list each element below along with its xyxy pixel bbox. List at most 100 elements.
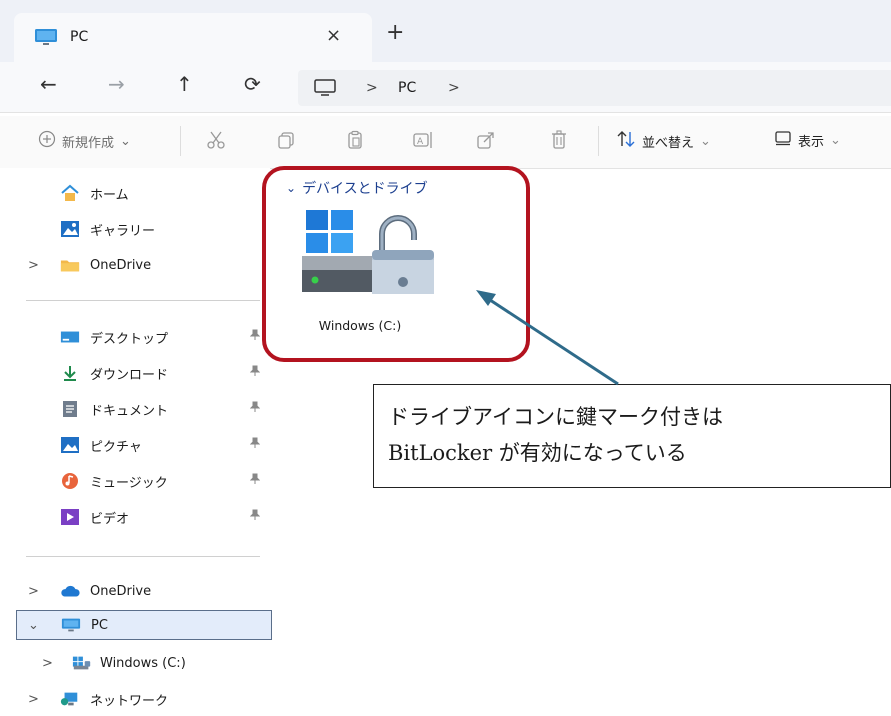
sidebar-item-label: ダウンロード — [90, 367, 169, 383]
pin-icon[interactable] — [249, 509, 261, 525]
sidebar-item-network[interactable]: > ネットワーク — [0, 684, 270, 714]
highlight-box — [262, 166, 530, 362]
sidebar-item-pc[interactable]: ⌄ PC — [16, 610, 272, 640]
sidebar-item-onedrive-personal[interactable]: > OneDrive — [0, 576, 270, 606]
sidebar-item-label: ギャラリー — [90, 223, 156, 239]
pictures-icon — [60, 436, 80, 454]
delete-button[interactable] — [550, 130, 568, 154]
scissors-icon — [206, 130, 226, 154]
clipboard-icon — [345, 130, 365, 154]
pin-icon[interactable] — [249, 437, 261, 453]
cloud-icon — [60, 582, 80, 600]
chevron-down-icon: ⌄ — [830, 132, 841, 148]
cut-button[interactable] — [206, 130, 226, 154]
plus-circle-icon — [38, 130, 56, 152]
folder-icon — [60, 256, 80, 274]
chevron-right-icon[interactable]: > — [28, 258, 39, 273]
sidebar-item-gallery[interactable]: ギャラリー — [0, 214, 270, 244]
breadcrumb-separator[interactable]: > — [448, 80, 460, 96]
network-icon — [60, 690, 80, 708]
download-icon — [60, 364, 80, 382]
command-toolbar: 新規作成 ⌄ A 並べ替え ⌄ 表示 ⌄ — [0, 116, 891, 168]
chevron-right-icon[interactable]: > — [28, 584, 39, 599]
callout-line-2: BitLocker が有効になっている — [388, 441, 687, 465]
chevron-down-icon: ⌄ — [700, 133, 711, 149]
address-bar[interactable]: > PC > — [298, 70, 891, 106]
monitor-icon — [34, 28, 58, 50]
sidebar-item-label: ドキュメント — [90, 403, 169, 419]
navigation-bar: ← → ↑ ⟳ > PC > — [0, 62, 891, 112]
breadcrumb-pc[interactable]: PC — [398, 80, 416, 96]
up-button[interactable]: ↑ — [176, 74, 193, 94]
sort-icon — [616, 130, 636, 152]
breadcrumb-separator[interactable]: > — [366, 80, 378, 96]
sidebar-item-label: PC — [91, 617, 108, 633]
monitor-icon — [61, 616, 81, 634]
close-tab-button[interactable]: × — [326, 25, 341, 46]
view-icon — [774, 130, 792, 150]
new-menu-button[interactable]: 新規作成 ⌄ — [38, 130, 131, 152]
sidebar-item-label: OneDrive — [90, 257, 152, 273]
sidebar-item-label: ミュージック — [90, 475, 168, 491]
refresh-button[interactable]: ⟳ — [244, 74, 261, 94]
svg-text:A: A — [417, 137, 424, 147]
drive-lock-icon — [72, 654, 92, 672]
home-icon — [60, 184, 80, 202]
document-icon — [60, 400, 80, 418]
new-tab-button[interactable]: + — [386, 22, 404, 44]
sidebar-item-documents[interactable]: ドキュメント — [0, 394, 270, 424]
gallery-icon — [60, 220, 80, 238]
desktop-icon — [60, 328, 80, 346]
share-icon — [476, 130, 496, 154]
pin-icon[interactable] — [249, 473, 261, 489]
sidebar-item-label: OneDrive — [90, 583, 152, 599]
pin-icon[interactable] — [249, 401, 261, 417]
sidebar-item-label: Windows (C:) — [100, 655, 186, 671]
monitor-icon — [314, 79, 336, 101]
toolbar-separator — [180, 126, 181, 156]
music-icon — [60, 472, 80, 490]
divider — [0, 112, 891, 113]
tab-pc[interactable]: PC × — [14, 13, 372, 63]
sidebar-item-label: ホーム — [90, 187, 129, 203]
chevron-right-icon[interactable]: > — [28, 692, 39, 707]
new-menu-label: 新規作成 — [62, 135, 115, 151]
sidebar-item-label: ネットワーク — [90, 693, 169, 709]
share-button[interactable] — [476, 130, 496, 154]
sidebar-item-windows-c[interactable]: > Windows (C:) — [0, 648, 270, 678]
sort-menu-button[interactable]: 並べ替え ⌄ — [616, 130, 711, 152]
trash-icon — [550, 130, 568, 154]
copy-button[interactable] — [276, 130, 296, 154]
sidebar-item-desktop[interactable]: デスクトップ — [0, 322, 270, 352]
chevron-right-icon[interactable]: > — [42, 656, 53, 671]
rename-button[interactable]: A — [412, 130, 434, 154]
sidebar-item-label: ビデオ — [90, 511, 130, 527]
sidebar-divider — [26, 556, 260, 557]
sidebar-item-label: デスクトップ — [90, 331, 169, 347]
copy-icon — [276, 130, 296, 154]
view-label: 表示 — [798, 134, 825, 150]
sidebar-item-music[interactable]: ミュージック — [0, 466, 270, 496]
tab-strip: PC × + — [0, 0, 891, 63]
sort-label: 並べ替え — [642, 135, 695, 151]
chevron-down-icon[interactable]: ⌄ — [28, 618, 39, 633]
sidebar-item-onedrive[interactable]: > OneDrive — [0, 250, 270, 280]
view-menu-button[interactable]: 表示 ⌄ — [774, 130, 841, 150]
annotation-callout: ドライブアイコンに鍵マーク付きは BitLocker が有効になっている — [373, 384, 891, 488]
back-button[interactable]: ← — [40, 74, 57, 94]
sidebar-item-downloads[interactable]: ダウンロード — [0, 358, 270, 388]
rename-icon: A — [412, 130, 434, 154]
sidebar-divider — [26, 300, 260, 301]
tab-title: PC — [70, 29, 89, 45]
video-icon — [60, 508, 80, 526]
sidebar-item-label: ピクチャ — [90, 439, 142, 455]
pin-icon[interactable] — [249, 329, 261, 345]
paste-button[interactable] — [345, 130, 365, 154]
forward-button[interactable]: → — [108, 74, 125, 94]
toolbar-separator — [598, 126, 599, 156]
sidebar-item-pictures[interactable]: ピクチャ — [0, 430, 270, 460]
sidebar-item-videos[interactable]: ビデオ — [0, 502, 270, 532]
pin-icon[interactable] — [249, 365, 261, 381]
sidebar-item-home[interactable]: ホーム — [0, 178, 270, 208]
callout-line-1: ドライブアイコンに鍵マーク付きは — [388, 405, 723, 429]
